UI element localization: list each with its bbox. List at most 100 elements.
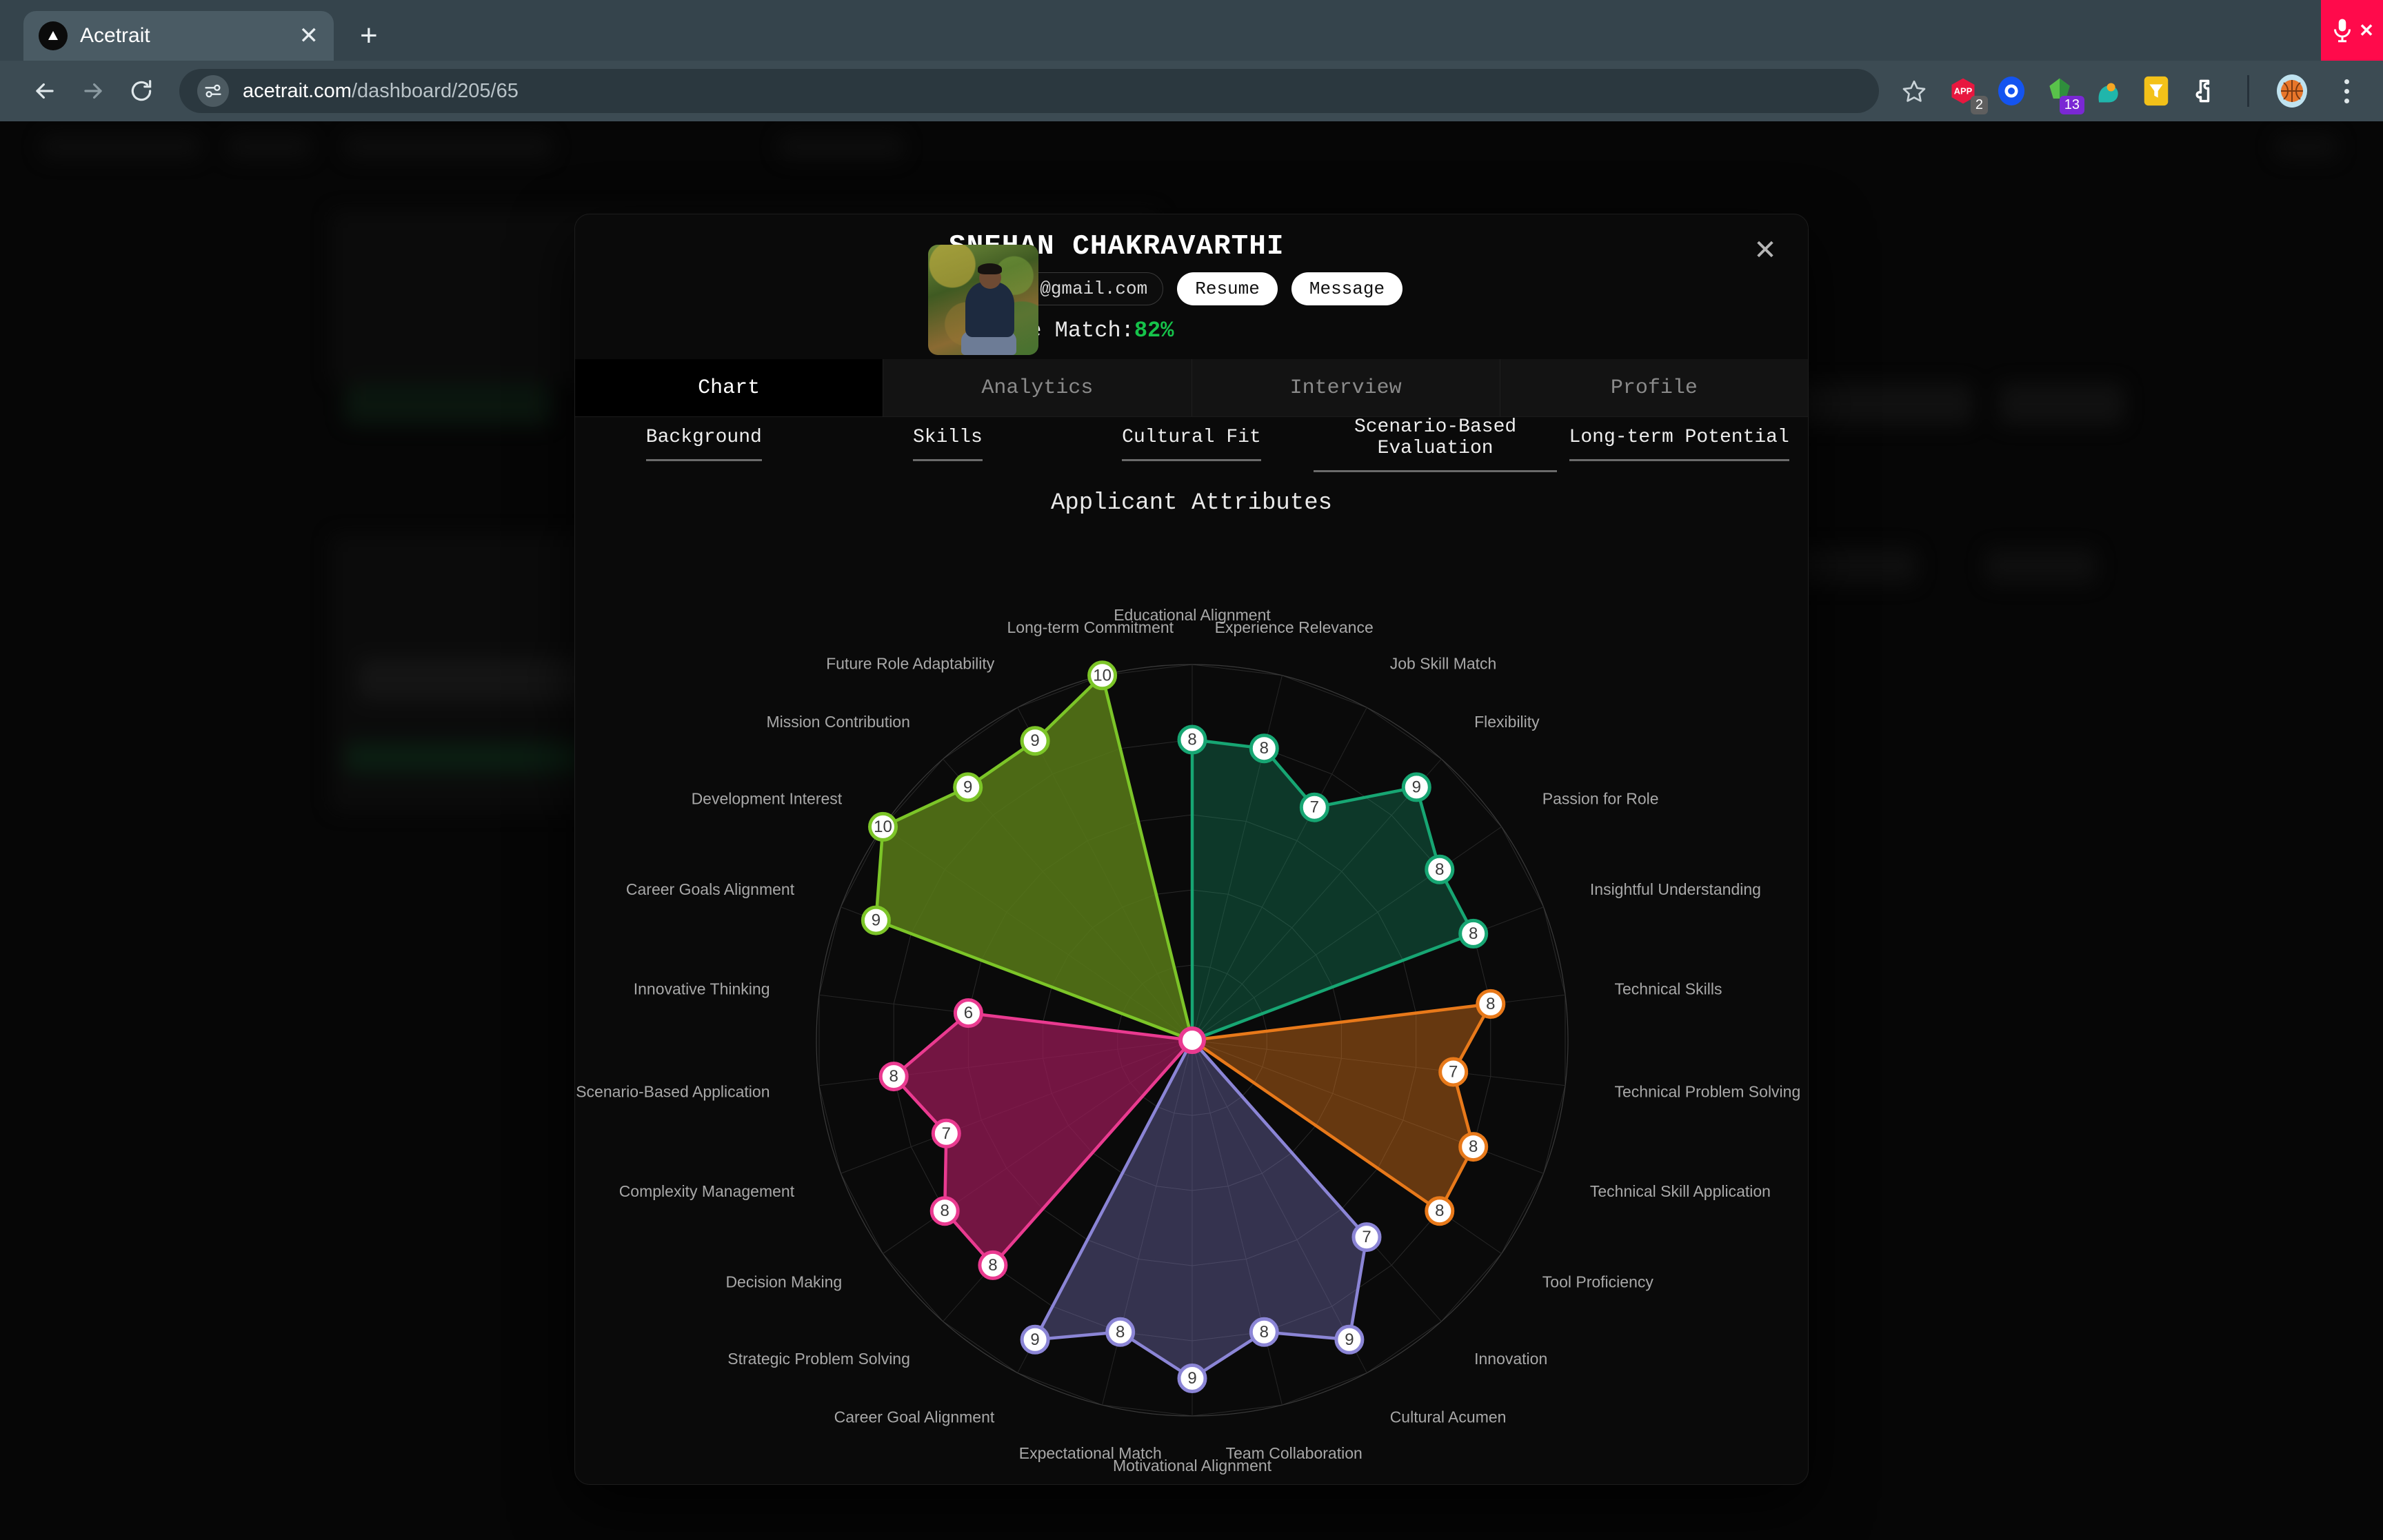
microphone-mute-indicator[interactable]: ✕	[2321, 0, 2383, 61]
radar-data-point[interactable]: 9	[1177, 1364, 1207, 1393]
radar-center-hub	[1178, 1026, 1206, 1054]
chart-title: Applicant Attributes	[1050, 490, 1333, 516]
star-icon	[1902, 80, 1926, 102]
radar-data-point[interactable]: 7	[931, 1118, 961, 1148]
radar-axis-label: Future Role Adaptability	[826, 655, 995, 673]
radar-data-point[interactable]: 8	[929, 1196, 960, 1226]
resume-button[interactable]: Resume	[1177, 272, 1278, 305]
address-bar[interactable]: acetrait.com/dashboard/205/65	[179, 69, 1879, 113]
yellow-filter-icon	[2144, 76, 2169, 106]
radar-data-point-value: 8	[1469, 1137, 1478, 1156]
radar-data-point[interactable]: 9	[953, 772, 983, 802]
radar-data-point[interactable]: 8	[1425, 854, 1455, 884]
new-tab-button[interactable]: +	[360, 21, 378, 51]
radar-data-point[interactable]: 9	[861, 905, 891, 935]
tab-chart[interactable]: Chart	[575, 359, 884, 416]
tab-profile[interactable]: Profile	[1500, 359, 1808, 416]
radar-data-point[interactable]: 8	[1458, 918, 1489, 949]
subtab-label: Cultural Fit	[1122, 427, 1261, 461]
radar-axis-label: Technical Problem Solving	[1615, 1082, 1801, 1100]
radar-data-point[interactable]: 8	[878, 1062, 909, 1092]
message-button[interactable]: Message	[1291, 272, 1403, 305]
radar-data-point-value: 7	[1449, 1063, 1458, 1082]
url-text: acetrait.com/dashboard/205/65	[243, 80, 519, 103]
radar-data-point-value: 9	[1030, 1330, 1039, 1349]
acetrait-favicon-icon	[39, 21, 68, 50]
subtab-cultural-fit[interactable]: Cultural Fit	[1069, 427, 1314, 461]
mute-x-icon: ✕	[2359, 19, 2374, 41]
subtab-long-term-potential[interactable]: Long-term Potential	[1557, 427, 1801, 461]
reload-button[interactable]	[117, 67, 165, 115]
tab-analytics[interactable]: Analytics	[883, 359, 1192, 416]
radar-data-point[interactable]: 8	[1476, 989, 1506, 1019]
radar-data-point-value: 8	[1469, 924, 1478, 943]
radar-data-point[interactable]: 9	[1020, 1324, 1050, 1355]
url-host: acetrait.com	[243, 79, 352, 102]
extension-app-icon[interactable]: APP 2	[1947, 74, 1988, 114]
puzzle-piece-icon	[2195, 79, 2210, 103]
radar-data-point-value: 7	[1362, 1228, 1371, 1246]
arrow-right-icon	[84, 83, 102, 99]
radar-axis-label: Scenario-Based Application	[576, 1082, 770, 1100]
back-button[interactable]	[21, 67, 69, 115]
blue-oval-icon	[1998, 77, 2025, 105]
url-path: /dashboard/205/65	[351, 79, 519, 102]
radar-data-point[interactable]: 8	[1458, 1132, 1489, 1162]
modal-subtabs: Background Skills Cultural Fit Scenario-…	[575, 416, 1808, 472]
radar-data-point-value: 9	[1030, 731, 1039, 750]
extension-badge-count: 2	[1970, 96, 1988, 114]
extension-blue-icon[interactable]	[1995, 74, 2028, 108]
radar-data-point[interactable]: 7	[1351, 1222, 1382, 1253]
radar-data-point[interactable]: 10	[1087, 660, 1118, 691]
browser-titlebar: Acetrait ✕ + ✕	[0, 0, 2383, 61]
browser-window: Acetrait ✕ + ✕ acetrait.com/dashboard/20…	[0, 0, 2383, 1540]
radar-data-point[interactable]: 8	[1105, 1317, 1136, 1347]
radar-data-point-value: 9	[1345, 1330, 1354, 1349]
radar-data-point-value: 8	[1435, 1202, 1444, 1220]
radar-axis-label: Decision Making	[725, 1273, 842, 1291]
radar-data-point[interactable]: 9	[1020, 726, 1050, 756]
profile-match-value: 82%	[1134, 317, 1174, 343]
subtab-label: Background	[645, 427, 762, 461]
basketball-avatar-icon	[2277, 74, 2307, 108]
radar-data-point[interactable]: 8	[1425, 1196, 1455, 1226]
radar-data-point-value: 10	[874, 818, 892, 836]
radar-axis-label: Job Skill Match	[1390, 655, 1497, 673]
modal-tabs: Chart Analytics Interview Profile	[575, 359, 1808, 417]
radar-data-point-value: 9	[1412, 778, 1421, 796]
extension-head-icon[interactable]	[2091, 74, 2124, 108]
extension-puzzle-icon[interactable]	[2188, 74, 2221, 108]
subtab-scenario-based-evaluation[interactable]: Scenario-Based Evaluation	[1313, 416, 1558, 472]
subtab-label: Long-term Potential	[1569, 427, 1789, 461]
profile-avatar-icon[interactable]	[2275, 74, 2309, 108]
forward-button[interactable]	[69, 67, 117, 115]
browser-menu-button[interactable]	[2331, 79, 2362, 103]
radar-axis-label: Mission Contribution	[767, 713, 910, 731]
radar-data-point[interactable]: 10	[868, 811, 898, 842]
radar-data-point[interactable]: 8	[978, 1250, 1008, 1280]
radar-data-point[interactable]: 8	[1249, 1317, 1279, 1347]
radar-data-point-value: 9	[963, 778, 972, 796]
bookmark-button[interactable]	[1894, 71, 1934, 111]
extension-green-icon[interactable]: 13	[2043, 74, 2084, 114]
subtab-skills[interactable]: Skills	[826, 427, 1070, 461]
radar-data-point-value: 9	[1187, 1369, 1196, 1388]
radar-data-point[interactable]: 8	[1249, 733, 1279, 764]
radar-data-point-value: 8	[1116, 1323, 1125, 1341]
radar-data-point[interactable]: 7	[1299, 792, 1329, 822]
tab-close-icon[interactable]: ✕	[299, 24, 319, 48]
radar-data-point[interactable]: 9	[1334, 1324, 1365, 1355]
tab-interview[interactable]: Interview	[1192, 359, 1500, 416]
radar-data-point[interactable]: 8	[1177, 725, 1207, 755]
extension-yellow-icon[interactable]	[2140, 74, 2173, 108]
radar-axis-label: Technical Skill Application	[1590, 1182, 1771, 1200]
radar-data-point[interactable]: 9	[1401, 772, 1431, 802]
radar-axis-label: Technical Skills	[1615, 980, 1722, 998]
site-settings-icon[interactable]	[197, 75, 229, 107]
avatar	[928, 245, 1038, 355]
radar-axis-label: Innovation	[1474, 1350, 1547, 1368]
browser-tab[interactable]: Acetrait ✕	[23, 11, 334, 61]
radar-data-point[interactable]: 6	[953, 998, 983, 1029]
subtab-background[interactable]: Background	[582, 427, 826, 461]
radar-data-point[interactable]: 7	[1438, 1057, 1469, 1087]
